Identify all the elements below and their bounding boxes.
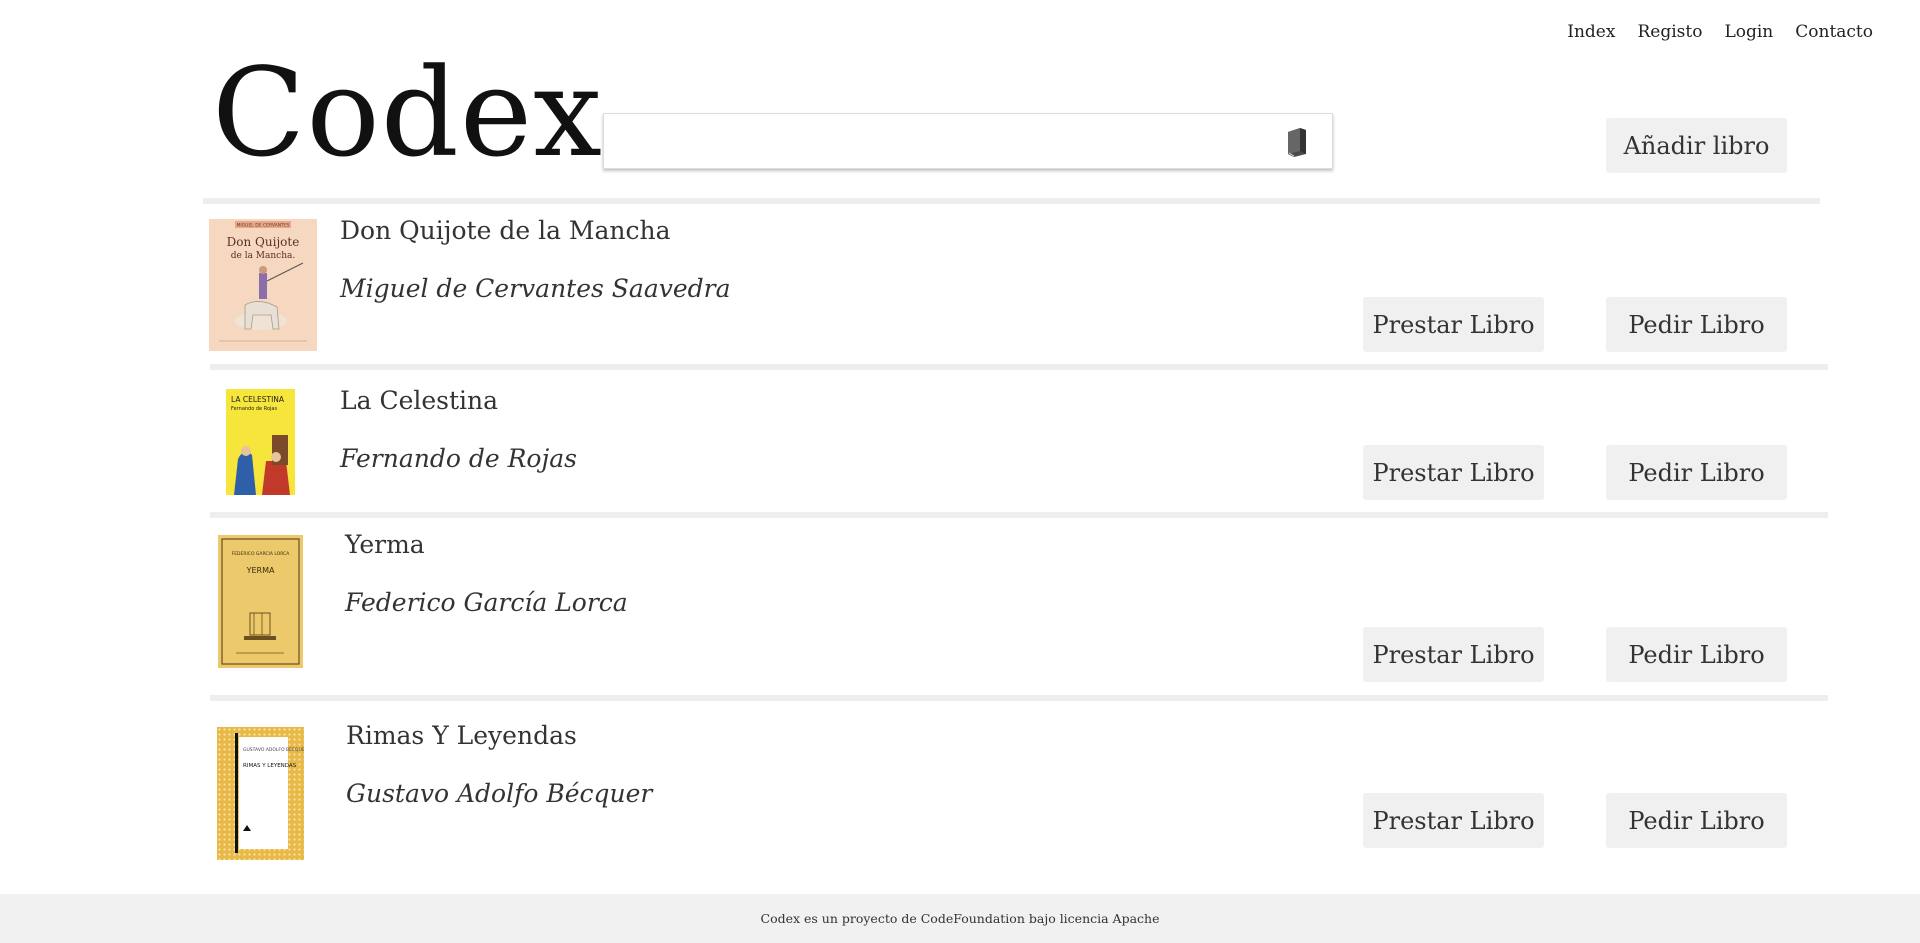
book-title[interactable]: Yerma bbox=[345, 530, 425, 559]
lend-book-button[interactable]: Prestar Libro bbox=[1363, 793, 1544, 848]
nav-link-registo[interactable]: Registo bbox=[1637, 22, 1702, 42]
book-author: Miguel de Cervantes Saavedra bbox=[340, 274, 731, 303]
svg-text:de la Mancha.: de la Mancha. bbox=[231, 251, 296, 261]
lend-book-button[interactable]: Prestar Libro bbox=[1363, 445, 1544, 500]
request-book-button[interactable]: Pedir Libro bbox=[1606, 627, 1787, 682]
nav-link-login[interactable]: Login bbox=[1724, 22, 1773, 42]
book-divider bbox=[210, 512, 1828, 518]
search-input[interactable] bbox=[604, 114, 1332, 168]
site-logo[interactable]: Codex bbox=[212, 52, 603, 174]
book-cover-image[interactable]: FEDERICO GARCIA LORCA YERMA bbox=[218, 535, 303, 668]
cover-top-text: FEDERICO GARCIA LORCA bbox=[232, 551, 291, 557]
book-author: Federico García Lorca bbox=[345, 588, 628, 617]
cover-top-text: Fernando de Rojas bbox=[231, 406, 277, 412]
nav-link-contacto[interactable]: Contacto bbox=[1795, 22, 1873, 42]
book-cover-image[interactable]: MIGUEL DE CERVANTES Don Quijote de la Ma… bbox=[209, 219, 317, 351]
cover-title-text: LA CELESTINA bbox=[231, 395, 285, 404]
book-divider bbox=[210, 695, 1828, 701]
book-cover-image[interactable]: GUSTAVO ADOLFO BÉCQUER RIMAS Y LEYENDAS bbox=[217, 727, 304, 860]
add-book-button[interactable]: Añadir libro bbox=[1606, 118, 1787, 173]
request-book-button[interactable]: Pedir Libro bbox=[1606, 793, 1787, 848]
book-author: Fernando de Rojas bbox=[340, 444, 577, 473]
top-nav: Index Registo Login Contacto bbox=[1567, 22, 1873, 42]
lend-book-button[interactable]: Prestar Libro bbox=[1363, 297, 1544, 352]
cover-art: GUSTAVO ADOLFO BÉCQUER RIMAS Y LEYENDAS bbox=[217, 727, 304, 860]
cover-art: MIGUEL DE CERVANTES Don Quijote de la Ma… bbox=[209, 219, 317, 351]
book-title[interactable]: Don Quijote de la Mancha bbox=[340, 216, 671, 245]
cover-title-text: YERMA bbox=[246, 566, 275, 575]
cover-art: FEDERICO GARCIA LORCA YERMA bbox=[218, 535, 303, 668]
svg-text:Don Quijote: Don Quijote bbox=[227, 235, 300, 249]
header-divider bbox=[203, 198, 1820, 204]
request-book-button[interactable]: Pedir Libro bbox=[1606, 445, 1787, 500]
cover-top-text: MIGUEL DE CERVANTES bbox=[236, 223, 289, 229]
lend-book-button[interactable]: Prestar Libro bbox=[1363, 627, 1544, 682]
request-book-button[interactable]: Pedir Libro bbox=[1606, 297, 1787, 352]
cover-title-text: RIMAS Y LEYENDAS bbox=[243, 763, 297, 769]
footer: Codex es un proyecto de CodeFoundation b… bbox=[0, 894, 1920, 943]
cover-art: LA CELESTINA Fernando de Rojas bbox=[226, 389, 295, 495]
book-divider bbox=[210, 364, 1828, 370]
book-title[interactable]: La Celestina bbox=[340, 386, 498, 415]
search-box bbox=[603, 113, 1333, 169]
footer-text: Codex es un proyecto de CodeFoundation b… bbox=[760, 911, 1160, 926]
book-author: Gustavo Adolfo Bécquer bbox=[346, 779, 653, 808]
book-title[interactable]: Rimas Y Leyendas bbox=[346, 721, 577, 750]
book-icon[interactable] bbox=[1284, 126, 1310, 158]
nav-link-index[interactable]: Index bbox=[1567, 22, 1615, 42]
book-cover-image[interactable]: LA CELESTINA Fernando de Rojas bbox=[226, 389, 295, 495]
